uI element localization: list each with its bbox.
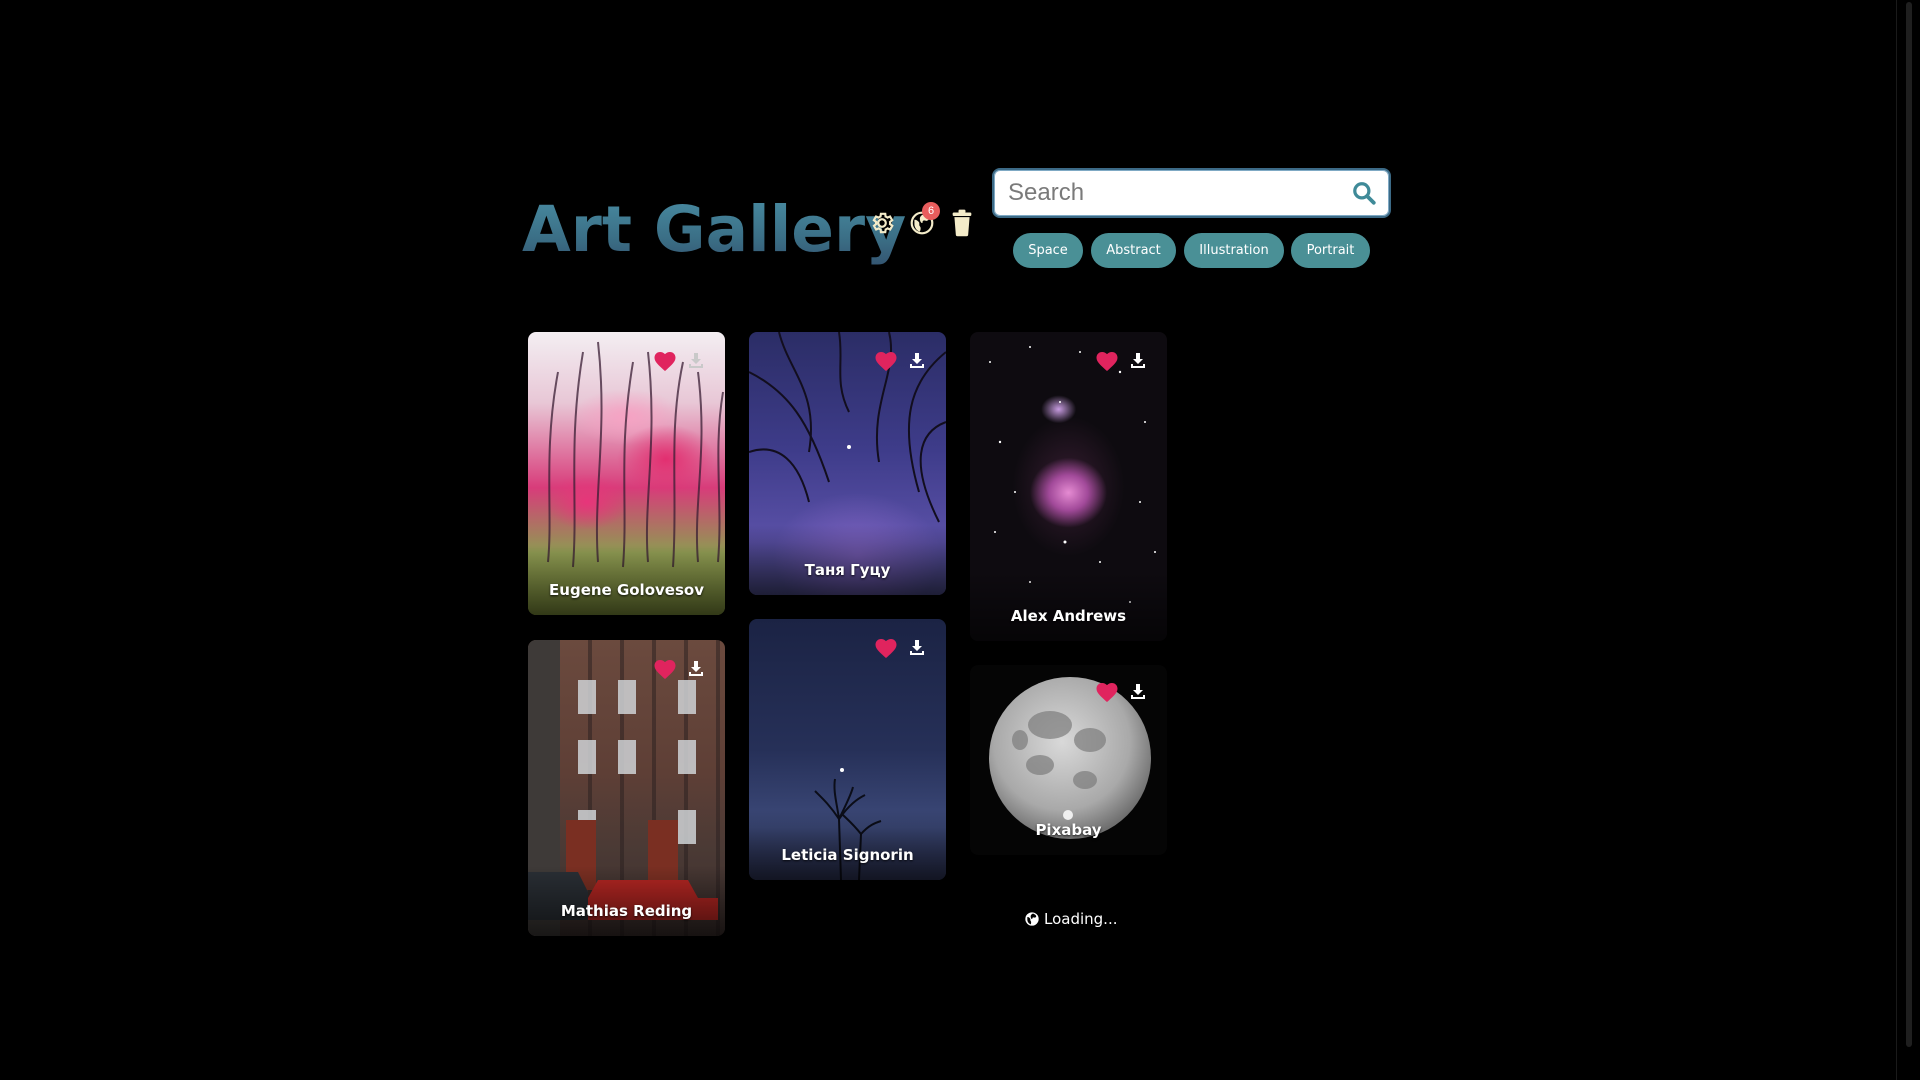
gallery-card[interactable]: Leticia Signorin <box>749 619 946 880</box>
settings-button[interactable] <box>867 206 897 240</box>
card-author: Alex Andrews <box>1010 607 1127 625</box>
heart-icon[interactable] <box>653 350 677 372</box>
download-icon[interactable] <box>1130 352 1146 369</box>
card-shade <box>749 525 946 595</box>
card-author: Pixabay <box>1035 821 1102 839</box>
category-chip-portrait[interactable]: Portrait <box>1291 233 1370 268</box>
card-author: Eugene Golovesov <box>549 581 704 599</box>
globe-icon <box>1025 912 1039 926</box>
loading-indicator: Loading... <box>1024 910 1117 928</box>
trash-button[interactable] <box>947 206 977 240</box>
download-icon[interactable] <box>688 352 704 369</box>
category-chip-abstract[interactable]: Abstract <box>1091 233 1176 268</box>
card-shade <box>749 810 946 880</box>
heart-icon[interactable] <box>1095 350 1119 372</box>
search-box <box>992 168 1391 218</box>
heart-icon[interactable] <box>874 350 898 372</box>
favorites-count-badge: 6 <box>922 202 940 220</box>
card-shade <box>970 571 1167 641</box>
card-shade <box>528 545 725 615</box>
category-chip-space[interactable]: Space <box>1013 233 1083 268</box>
gallery-card[interactable]: Таня Гуцу <box>749 332 946 595</box>
search-input[interactable] <box>1008 170 1338 216</box>
gear-icon <box>872 212 894 234</box>
scrollbar-thumb[interactable] <box>1906 2 1912 1047</box>
page-title: Art Gallery <box>522 190 906 270</box>
heart-icon[interactable] <box>653 658 677 680</box>
gallery-card[interactable]: Alex Andrews <box>970 332 1167 641</box>
heart-icon[interactable] <box>1095 681 1119 703</box>
card-author: Mathias Reding <box>560 902 693 920</box>
heart-icon[interactable] <box>874 637 898 659</box>
download-icon[interactable] <box>1130 683 1146 700</box>
category-chip-illustration[interactable]: Illustration <box>1184 233 1284 268</box>
card-shade <box>528 866 725 936</box>
favorites-button[interactable]: 6 <box>907 202 940 240</box>
card-author: Таня Гуцу <box>804 561 891 579</box>
gallery-card[interactable]: Pixabay <box>970 665 1167 855</box>
search-button[interactable] <box>1351 180 1377 206</box>
gallery-card[interactable]: Eugene Golovesov <box>528 332 725 615</box>
trash-icon <box>952 209 972 237</box>
download-icon[interactable] <box>909 639 925 656</box>
download-icon[interactable] <box>688 660 704 677</box>
card-author: Leticia Signorin <box>781 846 914 864</box>
download-icon[interactable] <box>909 352 925 369</box>
gallery-card[interactable]: Mathias Reding <box>528 640 725 936</box>
page-scrollbar[interactable] <box>1896 0 1920 1080</box>
search-icon <box>1353 182 1376 205</box>
loading-text: Loading... <box>1044 910 1118 928</box>
